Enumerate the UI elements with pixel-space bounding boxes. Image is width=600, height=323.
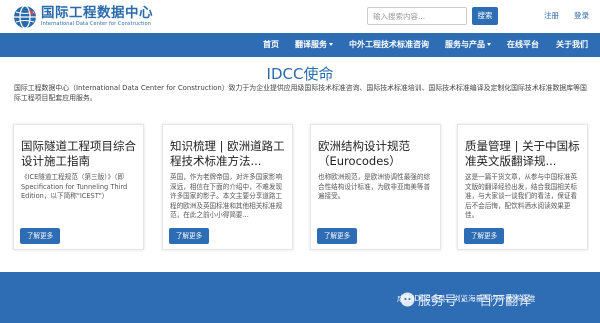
main-nav: 首页 翻译服务 中外工程技术标准咨询 服务与产品 在线平台 关于我们: [0, 33, 600, 57]
card-text: 《ICE隧道工程规范（第三版）》（即Specification for Tunn…: [21, 173, 128, 200]
search-input[interactable]: [367, 7, 467, 25]
card-text: 英国，作为老牌帝国，对许多国家影响深远，相信在下面的介绍中，不难发现许多国家的影…: [170, 173, 283, 219]
logo-subtitle: International Data Center for Constructi…: [41, 21, 151, 28]
card-tunnel-guide: 国际隧道工程项目综合设计施工指南 《ICE隧道工程规范（第三版）》（即Speci…: [13, 124, 144, 250]
card-eurocodes: 欧洲结构设计规范（Eurocodes） 也称欧洲规范，是欧洲协调性最强的综合性结…: [310, 124, 441, 250]
mission-title: IDCC使命: [266, 65, 334, 83]
card-european-road-standards: 知识梳理 | 欧洲道路工程技术标准方法... 英国，作为老牌帝国，对许多国家影响…: [162, 124, 293, 250]
login-link[interactable]: 登录: [574, 10, 589, 21]
watermark-text: 服务号 ·: [418, 294, 466, 309]
card-title[interactable]: 质量管理 | 关于中国标准英文版翻译规...: [465, 139, 585, 169]
nav-item-label: 中外工程技术标准咨询: [349, 40, 429, 49]
logo-title: 国际工程数据中心: [41, 4, 153, 21]
nav-item-label: 首页: [263, 40, 279, 49]
card-text: 也称欧洲规范，是欧洲协调性最强的综合性结构设计标准，为欧非亚南美等普遍接受。: [318, 173, 431, 200]
site-logo[interactable]: 国际工程数据中心 International Data Center for C…: [13, 5, 153, 29]
card-title[interactable]: 知识梳理 | 欧洲道路工程技术标准方法...: [170, 139, 290, 169]
nav-item-home[interactable]: 首页: [263, 33, 279, 57]
card-title[interactable]: 国际隧道工程项目综合设计施工指南: [21, 139, 141, 169]
nav-item-standards-consulting[interactable]: 中外工程技术标准咨询: [349, 33, 429, 57]
card-text: 这是一篇干货文章，从参与中国标准英文版的翻译经验出发，结合我国相关标准，与大家谈…: [465, 173, 578, 219]
chevron-down-icon: [487, 43, 491, 46]
nav-item-label: 服务与产品: [445, 40, 485, 49]
nav-item-about-us[interactable]: 关于我们: [556, 33, 588, 57]
register-link[interactable]: 注册: [544, 10, 559, 21]
learn-more-button[interactable]: 了解更多: [20, 228, 60, 244]
search-button[interactable]: 搜索: [472, 7, 498, 25]
nav-item-label: 翻译服务: [295, 40, 327, 49]
chevron-down-icon: [329, 43, 333, 46]
site-header: 国际工程数据中心 International Data Center for C…: [0, 0, 600, 33]
card-title[interactable]: 欧洲结构设计规范（Eurocodes）: [318, 139, 438, 169]
learn-more-button[interactable]: 了解更多: [317, 228, 357, 244]
wechat-icon: [400, 292, 415, 307]
watermark: 服务号 · 百万翻译: [400, 290, 531, 309]
mission-text: 国际工程数据中心（International Data Center for C…: [14, 84, 587, 102]
watermark-brand: 百万翻译: [479, 294, 532, 309]
card-quality-management: 质量管理 | 关于中国标准英文版翻译规... 这是一篇干货文章，从参与中国标准英…: [457, 124, 588, 250]
nav-item-services-products[interactable]: 服务与产品: [445, 33, 491, 57]
learn-more-button[interactable]: 了解更多: [464, 228, 504, 244]
nav-item-label: 在线平台: [507, 40, 539, 49]
nav-item-translation[interactable]: 翻译服务: [295, 33, 333, 57]
logo-globe-icon: [13, 5, 37, 29]
nav-item-label: 关于我们: [556, 40, 588, 49]
nav-item-online-platform[interactable]: 在线平台: [507, 33, 539, 57]
learn-more-button[interactable]: 了解更多: [169, 228, 209, 244]
logo-text: 国际工程数据中心 International Data Center for C…: [41, 4, 153, 28]
